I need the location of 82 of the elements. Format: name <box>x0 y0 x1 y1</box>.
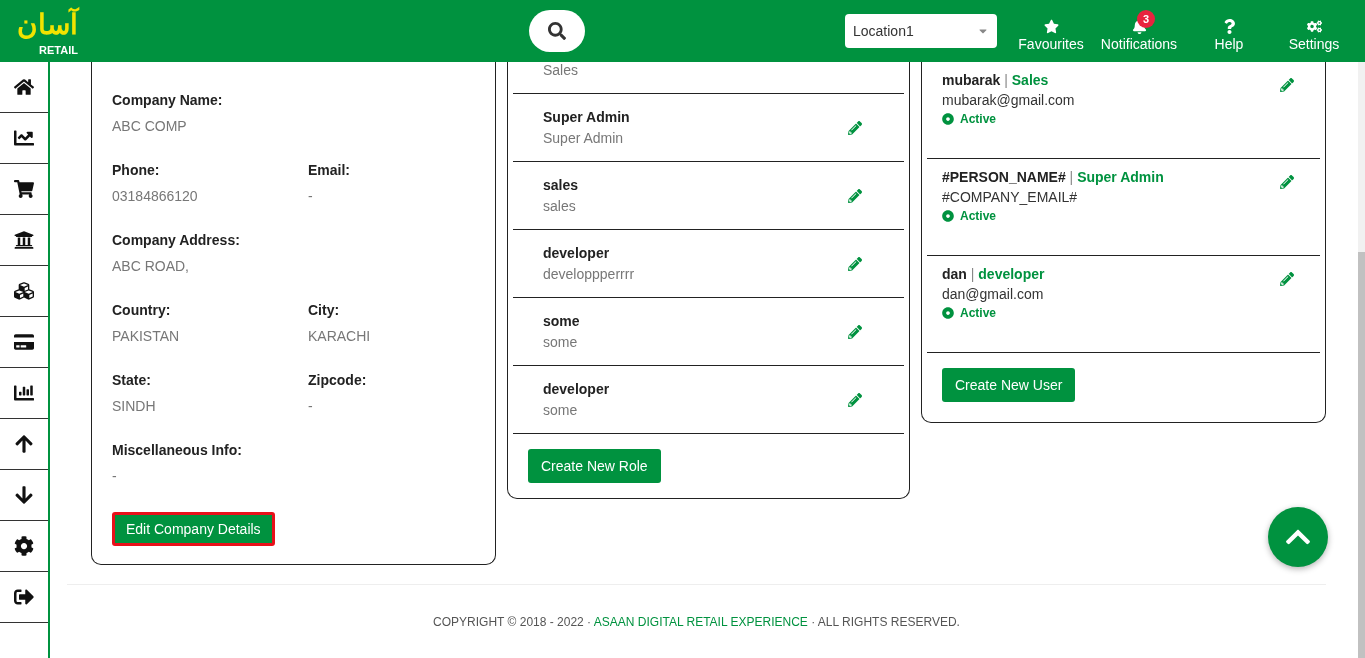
role-description: Sales <box>543 62 579 78</box>
field-value: PAKISTAN <box>112 328 181 344</box>
arrow-up-icon <box>14 434 34 454</box>
logo-word: RETAIL <box>39 44 78 56</box>
bar-chart-icon <box>14 383 34 403</box>
edit-company-button[interactable]: Edit Company Details <box>112 512 275 546</box>
status-label: Active <box>960 209 997 223</box>
role-description: some <box>543 402 579 418</box>
field-value: - <box>112 468 118 484</box>
cubes-icon <box>14 281 34 301</box>
user-email: mubarak@gmail.com <box>942 92 1075 108</box>
search-icon <box>548 22 566 40</box>
settings-icon <box>14 536 34 556</box>
home-icon <box>14 77 34 97</box>
separator: | <box>1004 72 1008 88</box>
field-label: Company Name: <box>112 92 224 108</box>
pencil-icon[interactable] <box>848 120 862 135</box>
separator: | <box>1069 169 1074 185</box>
copyright-text: COPYRIGHT © 2018 - 2022 · ASAAN DIGITAL RETAIL EXPERIENCE · ALL RIGHTS RESERVED. <box>433 614 960 629</box>
role-description: sales <box>543 198 577 214</box>
field-label: City: <box>308 302 341 318</box>
location-select[interactable]: Location1 <box>845 14 997 48</box>
notification-badge: 3 <box>1137 10 1155 28</box>
logout-icon <box>14 587 34 607</box>
user-role: Sales <box>1011 72 1049 88</box>
role-title: developer <box>543 381 610 397</box>
role-description: Super Admin <box>543 130 625 146</box>
pencil-icon[interactable] <box>848 188 862 203</box>
settings-icon <box>1306 19 1322 34</box>
field-value: - <box>308 188 314 204</box>
pencil-icon[interactable] <box>848 256 862 271</box>
cart-icon <box>14 179 34 199</box>
user-name: #PERSON_NAME# <box>942 169 1066 185</box>
nav-button[interactable]: Help <box>1185 10 1273 52</box>
arrow-down-icon <box>14 485 34 505</box>
status-label: Active <box>960 112 997 126</box>
user-role: Super Admin <box>1077 169 1164 185</box>
pencil-icon[interactable] <box>848 324 862 339</box>
role-title: Super Admin <box>543 109 630 125</box>
line-chart-icon <box>14 128 34 148</box>
role-description: developpperrrr <box>543 266 635 282</box>
field-value: SINDH <box>112 398 157 414</box>
role-description: some <box>543 334 579 350</box>
field-label: State: <box>112 372 152 388</box>
field-value: ABC COMP <box>112 118 188 134</box>
field-label: Phone: <box>112 162 161 178</box>
role-title: some <box>543 313 580 329</box>
role-title: developer <box>543 245 611 261</box>
credit-card-icon <box>14 332 34 352</box>
field-label: Email: <box>308 162 351 178</box>
user-email: dan@gmail.com <box>942 286 1045 302</box>
user-email: #COMPANY_EMAIL# <box>942 189 1079 205</box>
footer-link[interactable]: ASAAN DIGITAL RETAIL EXPERIENCE <box>593 614 808 629</box>
field-value: ABC ROAD, <box>112 258 190 274</box>
nav-button[interactable]: Notifications 3 <box>1093 10 1185 52</box>
separator: | <box>970 266 975 282</box>
nav-button[interactable]: Favourites <box>1009 10 1093 52</box>
field-value: - <box>308 398 314 414</box>
role-title: sales <box>543 177 579 193</box>
field-label: Zipcode: <box>308 372 368 388</box>
bank-icon <box>14 230 34 250</box>
star-icon <box>1043 19 1059 34</box>
pencil-icon[interactable] <box>848 392 862 407</box>
pencil-icon[interactable] <box>1280 175 1294 189</box>
nav-button[interactable]: Settings <box>1273 10 1355 52</box>
field-label: Miscellaneous Info: <box>112 442 243 458</box>
create-role-button[interactable]: Create New Role <box>528 449 661 483</box>
search-button[interactable] <box>529 10 585 52</box>
scroll-top-button[interactable] <box>1268 507 1328 567</box>
field-label: Country: <box>112 302 172 318</box>
field-label: Company Address: <box>112 232 241 248</box>
user-name: dan <box>942 266 967 282</box>
logo-script: آسان <box>17 6 78 42</box>
scrollbar[interactable] <box>1358 62 1365 658</box>
status-label: Active <box>960 306 997 320</box>
pencil-icon[interactable] <box>1280 272 1294 286</box>
user-role: developer <box>978 266 1045 282</box>
pencil-icon[interactable] <box>1280 78 1294 92</box>
create-user-button[interactable]: Create New User <box>942 368 1076 402</box>
user-name: mubarak <box>942 72 1001 88</box>
field-value: KARACHI <box>308 328 372 344</box>
field-value: 03184866120 <box>112 188 199 204</box>
